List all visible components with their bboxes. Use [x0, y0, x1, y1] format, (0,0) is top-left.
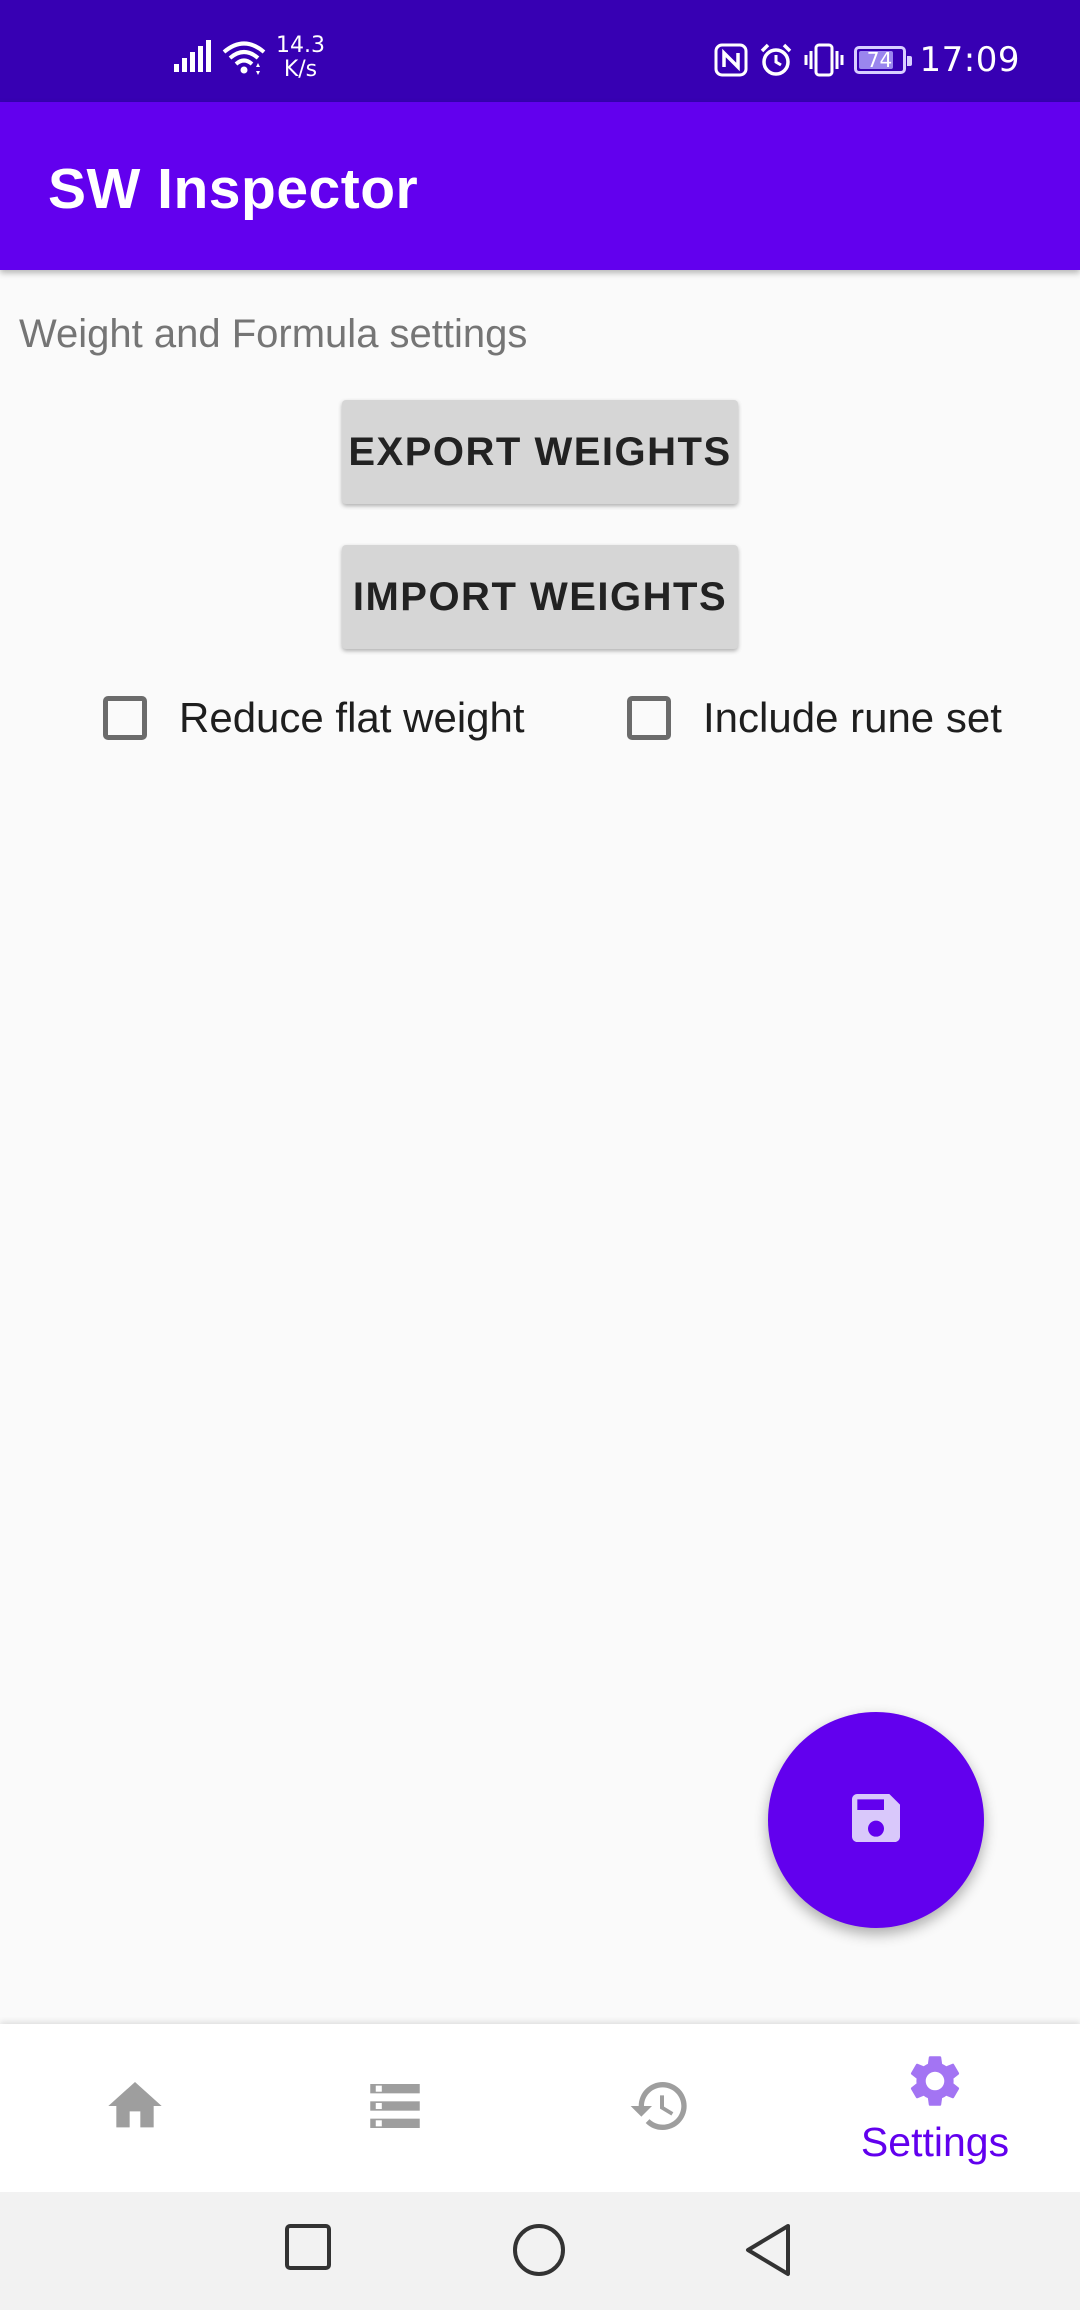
save-fab[interactable]: [768, 1712, 984, 1928]
save-icon: [844, 1786, 908, 1855]
back-triangle-icon: [742, 2222, 794, 2283]
import-weights-button[interactable]: IMPORT WEIGHTS: [342, 545, 738, 649]
reduce-flat-weight-checkbox[interactable]: Reduce flat weight: [103, 690, 525, 746]
wifi-icon: [222, 41, 266, 75]
gear-icon: [904, 2050, 966, 2117]
net-speed-value: 14.3: [276, 33, 325, 58]
signal-icon: [174, 39, 214, 77]
recents-button[interactable]: [283, 2222, 333, 2277]
status-left: 14.3 K/s: [174, 34, 325, 82]
app-bar: SW Inspector: [0, 102, 1080, 270]
home-circle-icon: [511, 2222, 567, 2283]
system-navigation-bar: [0, 2192, 1080, 2310]
include-rune-set-checkbox[interactable]: Include rune set: [627, 690, 1002, 746]
export-weights-button[interactable]: EXPORT WEIGHTS: [342, 400, 738, 504]
section-label: Weight and Formula settings: [19, 312, 528, 356]
nav-settings-label: Settings: [860, 2119, 1010, 2165]
bottom-navigation: Settings: [0, 2024, 1080, 2192]
home-button[interactable]: [511, 2222, 567, 2283]
nav-item-home[interactable]: [0, 2024, 270, 2192]
checkbox-label: Include rune set: [703, 694, 1002, 741]
battery-level: 74: [866, 48, 893, 72]
home-icon: [103, 2074, 167, 2143]
history-icon: [628, 2074, 692, 2143]
checkbox-box[interactable]: [627, 696, 671, 740]
net-speed-unit: K/s: [283, 57, 318, 82]
back-button[interactable]: [742, 2222, 794, 2283]
battery-icon: 74: [853, 46, 912, 74]
list-icon: [362, 2073, 428, 2144]
nav-item-settings[interactable]: Settings: [800, 2024, 1070, 2192]
status-right: 74 17:09: [714, 40, 1020, 80]
nav-item-list[interactable]: [260, 2024, 530, 2192]
app-title: SW Inspector: [48, 157, 419, 221]
checkbox-label: Reduce flat weight: [179, 694, 525, 741]
alarm-icon: [758, 42, 794, 78]
network-speed: 14.3 K/s: [276, 34, 325, 82]
nav-item-history[interactable]: [525, 2024, 795, 2192]
clock: 17:09: [919, 40, 1020, 80]
checkbox-box[interactable]: [103, 696, 147, 740]
vibrate-icon: [804, 43, 844, 77]
recents-square-icon: [283, 2222, 333, 2277]
nfc-icon: [714, 43, 748, 77]
status-bar: 14.3 K/s 74 17:09: [0, 0, 1080, 102]
